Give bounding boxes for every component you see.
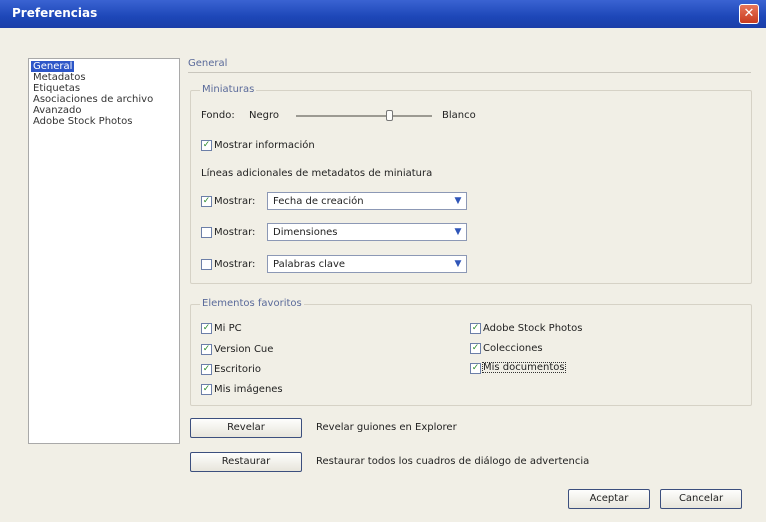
chevron-down-icon: ▼ bbox=[454, 196, 462, 206]
chevron-down-icon: ▼ bbox=[454, 227, 462, 237]
line2-checkbox[interactable] bbox=[201, 227, 212, 238]
fav-mi-pc-label: Mi PC bbox=[214, 323, 242, 334]
slider-max-label: Blanco bbox=[442, 110, 476, 121]
nav-item-etiquetas[interactable]: Etiquetas bbox=[31, 83, 82, 94]
window-title: Preferencias bbox=[12, 6, 98, 20]
thumbnails-legend: Miniaturas bbox=[200, 84, 257, 95]
restore-description: Restaurar todos los cuadros de diálogo d… bbox=[316, 456, 590, 467]
fav-adobe-stock-checkbox[interactable]: ✓ bbox=[470, 323, 481, 334]
fav-adobe-stock-label: Adobe Stock Photos bbox=[483, 323, 583, 334]
fav-escritorio-label: Escritorio bbox=[214, 364, 261, 375]
fav-colecciones-checkbox[interactable]: ✓ bbox=[470, 343, 481, 354]
slider-min-label: Negro bbox=[249, 110, 279, 121]
background-slider-thumb[interactable] bbox=[386, 110, 393, 121]
cancel-button[interactable]: Cancelar bbox=[660, 489, 742, 509]
checkmark-icon: ✓ bbox=[471, 343, 480, 353]
checkmark-icon: ✓ bbox=[202, 344, 211, 354]
fav-mis-documentos-checkbox[interactable]: ✓ bbox=[470, 363, 481, 374]
category-list[interactable]: General Metadatos Etiquetas Asociaciones… bbox=[28, 58, 180, 444]
show-info-label: Mostrar información bbox=[214, 140, 315, 151]
line3-checkbox[interactable] bbox=[201, 259, 212, 270]
fav-version-cue-checkbox[interactable]: ✓ bbox=[201, 344, 212, 355]
checkmark-icon: ✓ bbox=[202, 323, 211, 333]
nav-item-general[interactable]: General bbox=[31, 61, 75, 72]
fav-escritorio-checkbox[interactable]: ✓ bbox=[201, 364, 212, 375]
fav-colecciones-label: Colecciones bbox=[483, 343, 543, 354]
line3-label: Mostrar: bbox=[214, 259, 256, 270]
line3-select[interactable]: Palabras clave ▼ bbox=[267, 255, 467, 273]
ok-button[interactable]: Aceptar bbox=[568, 489, 650, 509]
line1-label: Mostrar: bbox=[214, 196, 256, 207]
fav-mis-documentos-label: Mis documentos bbox=[482, 362, 566, 373]
background-slider-track[interactable] bbox=[296, 115, 432, 117]
checkmark-icon: ✓ bbox=[471, 323, 480, 333]
favorites-legend: Elementos favoritos bbox=[200, 298, 304, 309]
fav-mis-imagenes-checkbox[interactable]: ✓ bbox=[201, 384, 212, 395]
line2-value: Dimensiones bbox=[273, 227, 338, 238]
line2-label: Mostrar: bbox=[214, 227, 256, 238]
reveal-button[interactable]: Revelar bbox=[190, 418, 302, 438]
close-button[interactable]: ✕ bbox=[739, 4, 759, 24]
nav-item-metadatos[interactable]: Metadatos bbox=[31, 72, 88, 83]
reveal-description: Revelar guiones en Explorer bbox=[316, 422, 457, 433]
checkmark-icon: ✓ bbox=[471, 363, 480, 373]
fav-version-cue-label: Version Cue bbox=[214, 344, 274, 355]
nav-item-asociaciones[interactable]: Asociaciones de archivo bbox=[31, 94, 155, 105]
title-bar: Preferencias ✕ bbox=[0, 0, 766, 28]
show-info-checkbox[interactable]: ✓ bbox=[201, 140, 212, 151]
line1-checkbox[interactable]: ✓ bbox=[201, 196, 212, 207]
close-icon: ✕ bbox=[743, 6, 755, 21]
fav-mis-imagenes-label: Mis imágenes bbox=[214, 384, 283, 395]
background-label: Fondo: bbox=[201, 110, 235, 121]
checkmark-icon: ✓ bbox=[202, 364, 211, 374]
chevron-down-icon: ▼ bbox=[454, 259, 462, 269]
line2-select[interactable]: Dimensiones ▼ bbox=[267, 223, 467, 241]
section-divider bbox=[188, 72, 751, 73]
nav-item-avanzado[interactable]: Avanzado bbox=[31, 105, 83, 116]
extra-lines-label: Líneas adicionales de metadatos de minia… bbox=[201, 168, 433, 179]
checkmark-icon: ✓ bbox=[202, 384, 211, 394]
restore-button[interactable]: Restaurar bbox=[190, 452, 302, 472]
line1-select[interactable]: Fecha de creación ▼ bbox=[267, 192, 467, 210]
checkmark-icon: ✓ bbox=[202, 140, 211, 150]
checkmark-icon: ✓ bbox=[202, 196, 211, 206]
line3-value: Palabras clave bbox=[273, 259, 346, 270]
line1-value: Fecha de creación bbox=[273, 196, 364, 207]
nav-item-adobe-stock[interactable]: Adobe Stock Photos bbox=[31, 116, 134, 127]
section-title: General bbox=[188, 58, 228, 69]
fav-mi-pc-checkbox[interactable]: ✓ bbox=[201, 323, 212, 334]
